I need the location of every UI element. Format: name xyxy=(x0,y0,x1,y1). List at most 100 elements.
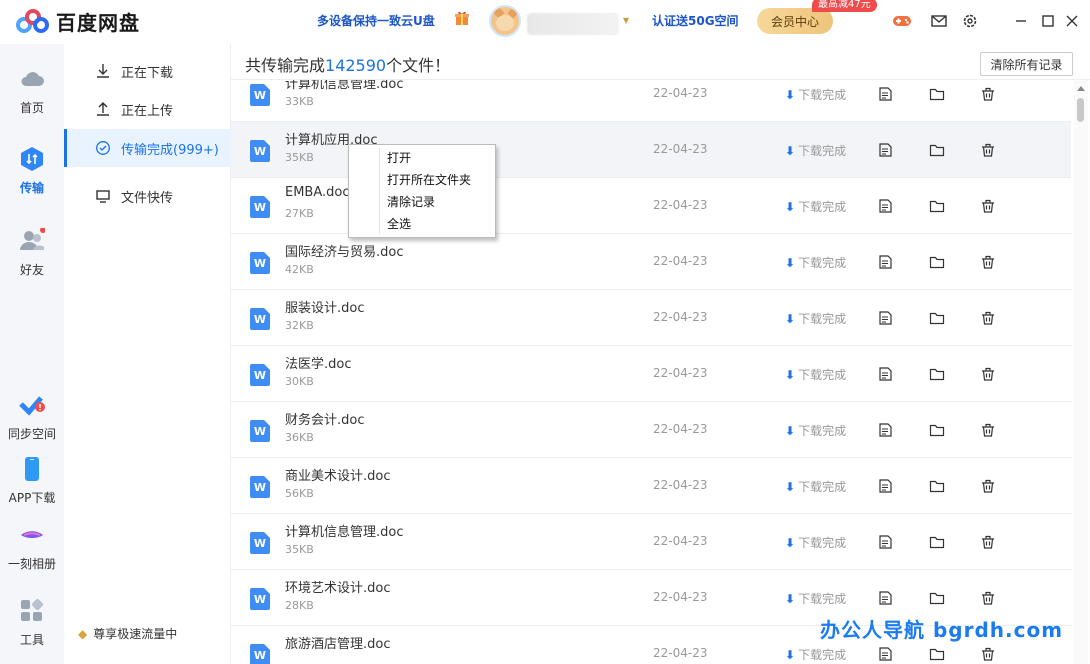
scrollbar[interactable] xyxy=(1074,80,1088,664)
file-name[interactable]: 环境艺术设计.doc xyxy=(285,577,391,596)
delete-icon[interactable] xyxy=(978,588,998,608)
word-doc-icon: W xyxy=(250,476,270,498)
file-size: 33KB xyxy=(285,95,314,108)
nav-app-download[interactable]: APP下载 xyxy=(0,456,64,506)
delete-icon[interactable] xyxy=(978,420,998,440)
file-detail-icon[interactable] xyxy=(875,420,895,440)
username[interactable] xyxy=(527,13,619,35)
file-status: ⬇ 下载完成 xyxy=(785,590,846,607)
file-status: ⬇ 下载完成 xyxy=(785,366,846,383)
subnav-quick-transfer[interactable]: 文件快传 xyxy=(64,177,231,215)
folder-icon[interactable] xyxy=(927,84,947,104)
speed-status[interactable]: ◆ 尊享极速流量中 xyxy=(78,625,177,642)
mail-icon[interactable] xyxy=(929,11,949,31)
nav-home[interactable]: 首页 xyxy=(0,66,64,116)
file-name[interactable]: 计算机信息管理.doc xyxy=(285,521,404,540)
file-name[interactable]: EMBA.doc xyxy=(285,185,350,200)
file-detail-icon[interactable] xyxy=(875,364,895,384)
minimize-icon[interactable] xyxy=(1011,11,1031,31)
file-date: 22-04-23 xyxy=(653,310,708,324)
file-name[interactable]: 旅游酒店管理.doc xyxy=(285,633,391,652)
table-row[interactable]: W 财务会计.doc 36KB 22-04-23 ⬇ 下载完成 xyxy=(231,402,1071,458)
file-detail-icon[interactable] xyxy=(875,476,895,496)
file-name[interactable]: 计算机信息管理.doc xyxy=(285,80,404,92)
subnav-downloading[interactable]: 正在下载 xyxy=(64,52,231,90)
member-discount-tag: 最高减47元 xyxy=(812,0,877,12)
ctx-select-all[interactable]: 全选 xyxy=(350,213,495,235)
folder-icon[interactable] xyxy=(927,364,947,384)
folder-icon[interactable] xyxy=(927,476,947,496)
maximize-icon[interactable] xyxy=(1038,11,1058,31)
file-status: ⬇ 下载完成 xyxy=(785,310,846,327)
scroll-thumb[interactable] xyxy=(1077,98,1084,122)
folder-icon[interactable] xyxy=(927,308,947,328)
folder-icon[interactable] xyxy=(927,420,947,440)
file-date: 22-04-23 xyxy=(653,478,708,492)
file-detail-icon[interactable] xyxy=(875,140,895,160)
verify-link[interactable]: 认证送50G空间 xyxy=(652,12,739,29)
download-arrow-icon: ⬇ xyxy=(785,536,796,550)
file-name[interactable]: 法医学.doc xyxy=(285,353,352,372)
subnav-completed[interactable]: 传输完成(999+) xyxy=(64,129,231,167)
folder-icon[interactable] xyxy=(927,532,947,552)
doc-icon-letter: W xyxy=(253,88,267,102)
delete-icon[interactable] xyxy=(978,308,998,328)
nav-tools[interactable]: 工具 xyxy=(0,598,64,648)
table-row[interactable]: W 计算机信息管理.doc 35KB 22-04-23 ⬇ 下载完成 xyxy=(231,514,1071,570)
user-avatar[interactable] xyxy=(489,5,521,37)
delete-icon[interactable] xyxy=(978,140,998,160)
folder-icon[interactable] xyxy=(927,140,947,160)
nav-sync-space[interactable]: 同步空间 xyxy=(0,392,64,442)
settings-icon[interactable] xyxy=(960,11,980,31)
delete-icon[interactable] xyxy=(978,364,998,384)
ctx-clear-record[interactable]: 清除记录 xyxy=(350,191,495,213)
clear-all-button[interactable]: 清除所有记录 xyxy=(980,52,1073,76)
file-detail-icon[interactable] xyxy=(875,644,895,664)
scroll-up-icon[interactable] xyxy=(1077,86,1085,91)
baidu-netdisk-logo-icon xyxy=(16,8,50,36)
file-name[interactable]: 服装设计.doc xyxy=(285,297,365,316)
file-detail-icon[interactable] xyxy=(875,532,895,552)
file-date: 22-04-23 xyxy=(653,254,708,268)
word-doc-icon: W xyxy=(250,364,270,386)
folder-icon[interactable] xyxy=(927,196,947,216)
download-icon xyxy=(97,64,109,78)
folder-icon[interactable] xyxy=(927,644,947,664)
nav-friends[interactable]: 好友 xyxy=(0,227,64,278)
table-row[interactable]: W 国际经济与贸易.doc 42KB 22-04-23 ⬇ 下载完成 xyxy=(231,234,1071,290)
delete-icon[interactable] xyxy=(978,252,998,272)
file-detail-icon[interactable] xyxy=(875,252,895,272)
delete-icon[interactable] xyxy=(978,196,998,216)
table-row[interactable]: W 商业美术设计.doc 56KB 22-04-23 ⬇ 下载完成 xyxy=(231,458,1071,514)
file-name[interactable]: 国际经济与贸易.doc xyxy=(285,241,404,260)
subnav-uploading[interactable]: 正在上传 xyxy=(64,90,231,128)
folder-icon[interactable] xyxy=(927,588,947,608)
file-name[interactable]: 财务会计.doc xyxy=(285,409,365,428)
game-icon[interactable] xyxy=(892,11,912,31)
folder-icon[interactable] xyxy=(927,252,947,272)
file-detail-icon[interactable] xyxy=(875,196,895,216)
main-header: 共传输完成142590个文件！ 清除所有记录 xyxy=(231,44,1090,80)
nav-transfer[interactable]: 传输 xyxy=(0,146,64,196)
file-detail-icon[interactable] xyxy=(875,588,895,608)
table-row[interactable]: W 计算机信息管理.doc 33KB 22-04-23 ⬇ 下载完成 xyxy=(231,80,1071,122)
word-doc-icon: W xyxy=(250,588,270,610)
vip-badge-icon: ▾ xyxy=(623,13,630,27)
file-name[interactable]: 商业美术设计.doc xyxy=(285,465,391,484)
gift-icon[interactable] xyxy=(454,10,470,26)
close-icon[interactable] xyxy=(1062,11,1082,31)
table-row[interactable]: W 服装设计.doc 32KB 22-04-23 ⬇ 下载完成 xyxy=(231,290,1071,346)
file-detail-icon[interactable] xyxy=(875,308,895,328)
delete-icon[interactable] xyxy=(978,84,998,104)
nav-album[interactable]: 一刻相册 xyxy=(0,522,64,572)
doc-icon-letter: W xyxy=(253,592,267,606)
file-detail-icon[interactable] xyxy=(875,84,895,104)
ctx-open-folder[interactable]: 打开所在文件夹 xyxy=(350,169,495,191)
download-arrow-icon: ⬇ xyxy=(785,256,796,270)
table-row[interactable]: W 法医学.doc 30KB 22-04-23 ⬇ 下载完成 xyxy=(231,346,1071,402)
promo-link[interactable]: 多设备保持一致云U盘 xyxy=(317,12,435,29)
delete-icon[interactable] xyxy=(978,532,998,552)
ctx-open[interactable]: 打开 xyxy=(350,147,495,169)
delete-icon[interactable] xyxy=(978,644,998,664)
delete-icon[interactable] xyxy=(978,476,998,496)
